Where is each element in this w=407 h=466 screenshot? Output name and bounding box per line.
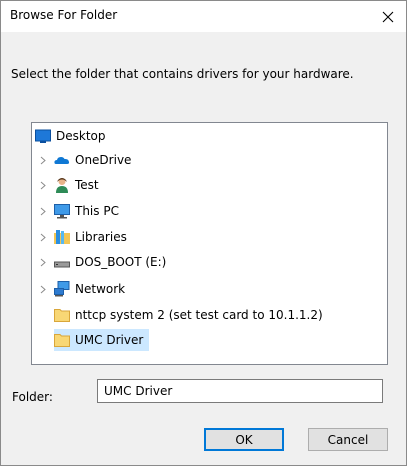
tree-item-network[interactable]: Network	[38, 278, 131, 300]
tree-item-test[interactable]: Test	[38, 174, 105, 196]
folder-icon	[54, 309, 70, 322]
folder-tree[interactable]: Desktop OneDrive Test This PC Libraries …	[31, 122, 388, 365]
cancel-button[interactable]: Cancel	[308, 428, 388, 451]
folder-field-label: Folder:	[12, 390, 53, 404]
folder-input[interactable]	[97, 379, 383, 403]
tree-item-label: Libraries	[75, 230, 127, 244]
chevron-right-icon[interactable]	[38, 232, 48, 242]
tree-item-label: OneDrive	[75, 153, 132, 167]
close-button[interactable]	[370, 1, 406, 32]
chevron-right-icon[interactable]	[38, 206, 48, 216]
chevron-right-icon[interactable]	[38, 284, 48, 294]
tree-item-label: Desktop	[56, 129, 106, 143]
tree-item-libraries[interactable]: Libraries	[38, 226, 133, 248]
chevron-right-icon[interactable]	[38, 155, 48, 165]
libraries-icon	[54, 230, 70, 244]
window-title: Browse For Folder	[10, 8, 118, 22]
tree-item-label: UMC Driver	[75, 333, 144, 347]
onedrive-icon	[54, 157, 70, 164]
tree-item-onedrive[interactable]: OneDrive	[38, 149, 137, 171]
ok-button[interactable]: OK	[204, 428, 284, 451]
network-icon	[54, 281, 70, 297]
tree-item-label: Network	[75, 282, 126, 296]
tree-item-desktop[interactable]: Desktop	[35, 125, 112, 147]
tree-item-dos-boot[interactable]: DOS_BOOT (E:)	[38, 251, 172, 273]
tree-item-label: Test	[75, 178, 99, 192]
chevron-right-icon[interactable]	[38, 257, 48, 267]
desktop-icon	[35, 129, 51, 143]
title-bar[interactable]: Browse For Folder	[1, 1, 406, 32]
drive-icon	[54, 261, 70, 268]
chevron-right-icon[interactable]	[38, 180, 48, 190]
tree-item-nttcp[interactable]: nttcp system 2 (set test card to 10.1.1.…	[54, 304, 329, 326]
folder-icon	[54, 334, 70, 347]
tree-item-this-pc[interactable]: This PC	[38, 200, 125, 222]
browse-for-folder-dialog: Browse For Folder Select the folder that…	[0, 0, 407, 466]
close-icon	[382, 11, 394, 22]
tree-item-label: This PC	[75, 204, 119, 218]
tree-item-label: nttcp system 2 (set test card to 10.1.1.…	[75, 308, 323, 322]
instruction-text: Select the folder that contains drivers …	[11, 67, 354, 81]
tree-item-label: DOS_BOOT (E:)	[75, 255, 167, 269]
user-icon	[56, 178, 68, 193]
computer-icon	[54, 204, 70, 219]
tree-item-umc-driver[interactable]: UMC Driver	[54, 329, 150, 351]
